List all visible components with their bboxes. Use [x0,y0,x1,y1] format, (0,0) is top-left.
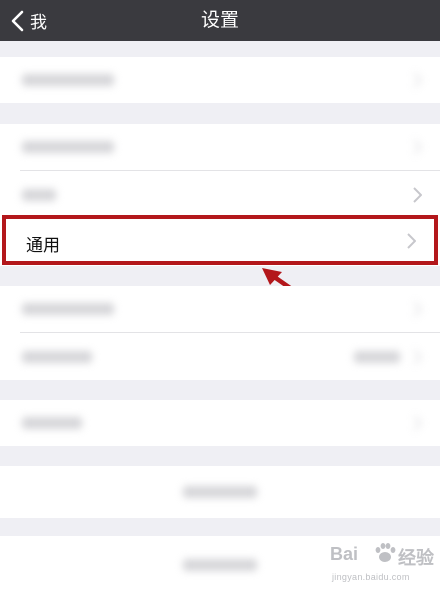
settings-row-blurred[interactable] [0,57,440,103]
settings-row-blurred[interactable] [0,172,440,218]
settings-row-blurred[interactable] [0,286,440,332]
watermark-brand-suffix: 经验 [398,548,434,568]
chevron-right-icon [407,233,416,249]
settings-row-blurred[interactable] [0,400,440,446]
settings-group-4 [0,400,440,446]
settings-group-3 [0,286,440,380]
watermark-brand: Bai [330,544,359,564]
settings-group-1 [0,57,440,103]
chevron-right-icon [413,187,422,203]
general-settings-row[interactable]: 通用 [2,215,438,265]
page-title: 设置 [200,10,239,31]
watermark-url: jingyan.baidu.com [332,572,410,582]
general-settings-label: 通用 [26,236,60,255]
settings-action-blurred[interactable] [0,469,440,515]
settings-row-blurred[interactable] [0,124,440,170]
settings-group-5 [0,466,440,518]
baidu-jingyan-watermark: Bai 经验 jingyan.baidu.com [322,540,440,594]
paw-icon [375,543,396,562]
settings-row-blurred[interactable] [0,334,440,380]
nav-bar: 我 设置 [0,0,440,41]
